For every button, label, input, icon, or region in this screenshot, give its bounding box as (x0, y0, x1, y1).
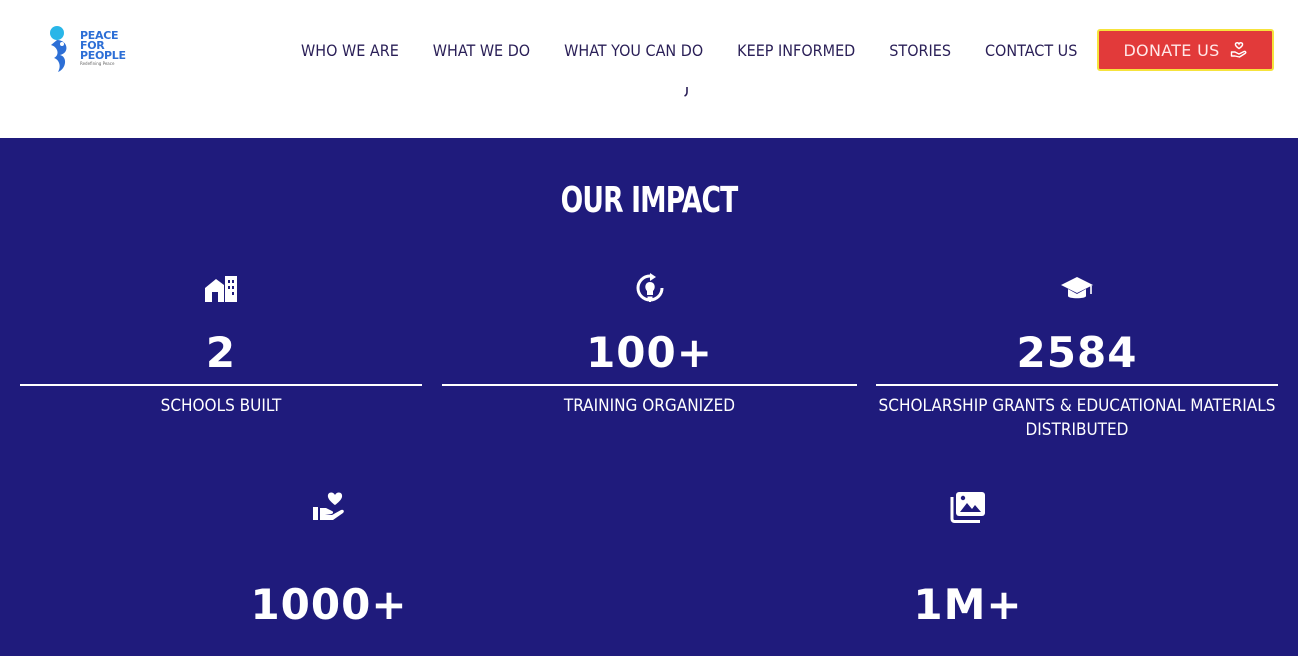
photo-gallery-icon (767, 490, 1169, 524)
stat-divider (20, 384, 422, 386)
impact-title: OUR IMPACT (560, 180, 739, 221)
donate-label: DONATE US (1123, 40, 1220, 60)
stat-value: 2 (205, 328, 237, 377)
logo-text: PEACE FOR PEOPLE Redefining Peace (80, 30, 126, 67)
school-building-icon (20, 272, 422, 306)
hand-holding-heart-icon (128, 490, 530, 524)
stat-divider (442, 384, 857, 386)
site-logo[interactable]: PEACE FOR PEOPLE Redefining Peace (48, 25, 138, 75)
stat-scholarships: 2584 SCHOLARSHIP GRANTS & EDUCATIONAL MA… (876, 272, 1278, 442)
hand-heart-icon (1230, 41, 1248, 59)
nav-stories[interactable]: STORIES (889, 38, 951, 64)
stat-schools-built: 2 SCHOOLS BUILT (20, 272, 422, 418)
main-nav: WHO WE ARE WHAT WE DO WHAT YOU CAN DO KE… (301, 38, 1077, 64)
impact-section: OUR IMPACT 2 SCHOOLS BUILT 100+ TRAINING… (0, 138, 1298, 656)
stat-divider (876, 384, 1278, 386)
stat-value: 2584 (1016, 328, 1138, 377)
stat-reach: 1M+ (767, 490, 1169, 630)
stat-label: TRAINING ORGANIZED (563, 396, 736, 416)
graduation-cap-icon (876, 272, 1278, 306)
dove-people-icon (48, 25, 78, 73)
nav-keep-informed[interactable]: KEEP INFORMED (737, 38, 855, 64)
stat-label: SCHOOLS BUILT (160, 396, 282, 416)
stat-training-organized: 100+ TRAINING ORGANIZED (442, 272, 857, 418)
stat-value: 1M+ (913, 580, 1023, 629)
stat-value: 100+ (586, 328, 713, 377)
stat-label: SCHOLARSHIP GRANTS & EDUCATIONAL MATERIA… (878, 396, 1276, 440)
donate-button[interactable]: DONATE US (1097, 29, 1274, 71)
stat-value: 1000+ (250, 580, 408, 629)
nav-what-you-can-do[interactable]: WHAT YOU CAN DO (564, 38, 703, 64)
nav-who-we-are[interactable]: WHO WE ARE (301, 38, 399, 64)
scroll-mark (684, 86, 690, 102)
site-header: PEACE FOR PEOPLE Redefining Peace WHO WE… (0, 0, 1298, 138)
stat-people-helped: 1000+ (128, 490, 530, 630)
lightbulb-refresh-icon (442, 272, 857, 306)
nav-contact-us[interactable]: CONTACT US (985, 38, 1077, 64)
nav-what-we-do[interactable]: WHAT WE DO (433, 38, 530, 64)
